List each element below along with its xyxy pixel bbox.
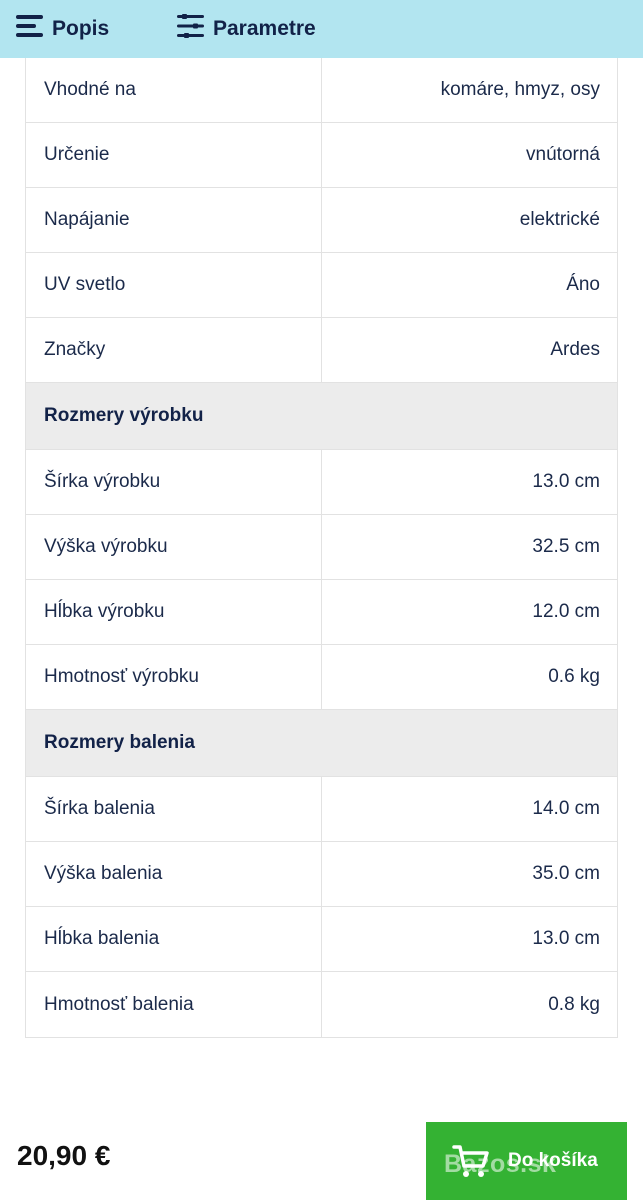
table-row: Výška výrobku 32.5 cm [26, 515, 617, 580]
param-value: 0.8 kg [548, 993, 600, 1015]
table-row: Hĺbka balenia 13.0 cm [26, 907, 617, 972]
param-value: 12.0 cm [532, 601, 600, 622]
table-row: Hmotnosť výrobku 0.6 kg [26, 645, 617, 710]
tab-parametre[interactable]: Parametre [177, 0, 316, 58]
bazos-watermark: Bazos.sk [444, 1150, 557, 1178]
tab-popis-label: Popis [52, 17, 110, 40]
table-row: Šírka balenia 14.0 cm [26, 777, 617, 842]
param-value: 35.0 cm [532, 863, 600, 884]
parameters-table: Vhodné na komáre, hmyz, osy Určenie vnút… [25, 58, 618, 1038]
param-label: Hĺbka balenia [26, 907, 322, 971]
tab-bar: Popis Parametre [0, 0, 643, 58]
price: 20,90 € [17, 1140, 111, 1171]
param-label: Napájanie [26, 188, 322, 252]
param-value: 32.5 cm [532, 536, 600, 557]
param-value: 14.0 cm [532, 798, 600, 819]
param-label: Výška balenia [26, 842, 322, 906]
param-label: Hmotnosť balenia [26, 972, 322, 1037]
section-header-product-dimensions: Rozmery výrobku [26, 383, 617, 450]
tab-popis[interactable]: Popis [16, 0, 109, 58]
table-row: Značky Ardes [26, 318, 617, 383]
sliders-icon [177, 14, 213, 44]
table-row: Vhodné na komáre, hmyz, osy [26, 58, 617, 123]
param-label: Šírka výrobku [26, 450, 322, 514]
table-row: Hmotnosť balenia 0.8 kg [26, 972, 617, 1037]
param-value: komáre, hmyz, osy [440, 79, 600, 100]
param-value: 13.0 cm [532, 471, 600, 492]
param-label: Vhodné na [26, 58, 322, 122]
table-row: Hĺbka výrobku 12.0 cm [26, 580, 617, 645]
table-row: Výška balenia 35.0 cm [26, 842, 617, 907]
menu-lines-icon [16, 15, 52, 43]
param-value: 13.0 cm [532, 928, 600, 949]
table-row: Určenie vnútorná [26, 123, 617, 188]
param-value: Áno [566, 274, 600, 295]
table-row: UV svetlo Áno [26, 253, 617, 318]
tab-parametre-label: Parametre [213, 17, 316, 40]
param-value: 0.6 kg [548, 666, 600, 687]
table-row: Napájanie elektrické [26, 188, 617, 253]
param-value: elektrické [519, 209, 600, 230]
param-label: Výška výrobku [26, 515, 322, 579]
param-label: UV svetlo [26, 253, 322, 317]
param-label: Hĺbka výrobku [26, 580, 322, 644]
param-value: vnútorná [526, 144, 600, 165]
param-label: Určenie [26, 123, 322, 187]
param-label: Hmotnosť výrobku [26, 645, 322, 709]
param-label: Šírka balenia [26, 777, 322, 841]
param-value: Ardes [550, 339, 600, 360]
param-label: Značky [26, 318, 322, 382]
section-header-package-dimensions: Rozmery balenia [26, 710, 617, 777]
table-row: Šírka výrobku 13.0 cm [26, 450, 617, 515]
